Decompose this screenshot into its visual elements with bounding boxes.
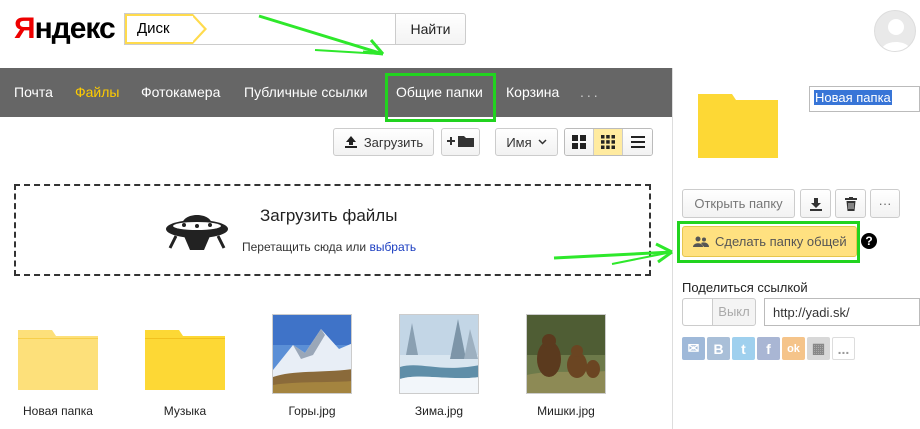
- image-thumbnail: [399, 314, 479, 394]
- facebook-icon[interactable]: f: [757, 337, 780, 360]
- file-name: Зима.jpg: [414, 404, 464, 418]
- trash-icon: [844, 196, 857, 211]
- download-icon: [809, 197, 822, 211]
- more-dots-icon: ···: [878, 196, 892, 211]
- nav-shared-folders[interactable]: Общие папки: [396, 68, 483, 117]
- winter-photo-icon: [400, 315, 478, 393]
- open-folder-button[interactable]: Открыть папку: [682, 189, 795, 218]
- nav-mail[interactable]: Почта: [14, 68, 53, 117]
- twitter-icon[interactable]: t: [732, 337, 755, 360]
- image-thumbnail: [272, 314, 352, 394]
- list-icon: [630, 136, 645, 148]
- annotation-arrow-top: [258, 14, 385, 56]
- nav-public-links[interactable]: Публичные ссылки: [244, 68, 368, 117]
- nav-more[interactable]: ...: [580, 68, 601, 117]
- view-large-icons-button[interactable]: [565, 129, 594, 155]
- small-grid-icon: [601, 135, 615, 149]
- new-folder-button[interactable]: [441, 128, 480, 156]
- large-grid-icon: [572, 135, 586, 149]
- new-folder-icon: [446, 134, 475, 151]
- folder-icon: [145, 330, 225, 390]
- file-name: Музыка: [163, 404, 207, 418]
- sort-dropdown[interactable]: Имя: [495, 128, 558, 156]
- toggle-label: Выкл: [718, 304, 750, 319]
- avatar[interactable]: [874, 10, 916, 52]
- help-icon[interactable]: ?: [861, 233, 877, 249]
- upload-button[interactable]: Загрузить: [333, 128, 434, 156]
- dropzone-subtitle: Перетащить сюда или выбрать: [242, 240, 416, 254]
- mail-icon[interactable]: ✉: [682, 337, 705, 360]
- yandex-logo[interactable]: Яндекс: [14, 12, 116, 46]
- nav-camera[interactable]: Фотокамера: [141, 68, 220, 117]
- share-folder-button[interactable]: Сделать папку общей: [682, 226, 857, 257]
- selected-folder-icon: [698, 94, 778, 158]
- open-folder-label: Открыть папку: [694, 196, 783, 211]
- file-name: Горы.jpg: [288, 404, 336, 418]
- users-icon: [693, 236, 709, 248]
- service-tag: Диск: [125, 14, 207, 44]
- ufo-icon: [166, 215, 228, 250]
- share-folder-label: Сделать папку общей: [715, 234, 847, 249]
- view-mode-switcher: [564, 128, 653, 156]
- more-actions-button[interactable]: ···: [870, 189, 900, 218]
- delete-button[interactable]: [835, 189, 866, 218]
- odnoklassniki-icon[interactable]: ok: [782, 337, 805, 360]
- mountain-photo-icon: [273, 315, 351, 393]
- bears-photo-icon: [527, 315, 605, 393]
- upload-icon: [344, 135, 358, 149]
- find-button[interactable]: Найти: [395, 13, 466, 45]
- share-link-input[interactable]: [764, 298, 920, 326]
- dropzone-title: Загрузить файлы: [260, 206, 398, 225]
- file-name: Мишки.jpg: [537, 404, 595, 418]
- nav-files[interactable]: Файлы: [75, 68, 119, 117]
- folder-name-value: Новая папка: [814, 90, 892, 105]
- annotation-arrow-bottom: [553, 242, 673, 265]
- chevron-down-icon: [538, 139, 547, 145]
- main-nav: Почта Файлы Фотокамера Публичные ссылки …: [0, 68, 672, 117]
- view-small-icons-button[interactable]: [594, 129, 623, 155]
- upload-label: Загрузить: [363, 134, 424, 150]
- qr-icon[interactable]: ▦: [807, 337, 830, 360]
- user-icon: [881, 19, 911, 51]
- nav-trash[interactable]: Корзина: [506, 68, 559, 117]
- page: Яндекс Диск Найти Почта Файлы Фотокамера…: [0, 0, 920, 429]
- dropzone-subtitle-text: Перетащить сюда или: [242, 240, 370, 254]
- sort-label: Имя: [506, 134, 532, 150]
- more-icon[interactable]: ...: [832, 337, 855, 360]
- image-thumbnail: [526, 314, 606, 394]
- folder-icon: [18, 330, 98, 390]
- download-button[interactable]: [800, 189, 831, 218]
- file-name: Новая папка: [23, 404, 93, 418]
- share-link-toggle[interactable]: Выкл: [682, 298, 756, 326]
- choose-file-link[interactable]: выбрать: [369, 240, 416, 254]
- folder-name-input[interactable]: Новая папка: [809, 86, 920, 112]
- vk-icon[interactable]: B: [707, 337, 730, 360]
- view-list-button[interactable]: [623, 129, 652, 155]
- toggle-knob: [683, 299, 713, 325]
- share-link-title: Поделиться ссылкой: [682, 280, 808, 295]
